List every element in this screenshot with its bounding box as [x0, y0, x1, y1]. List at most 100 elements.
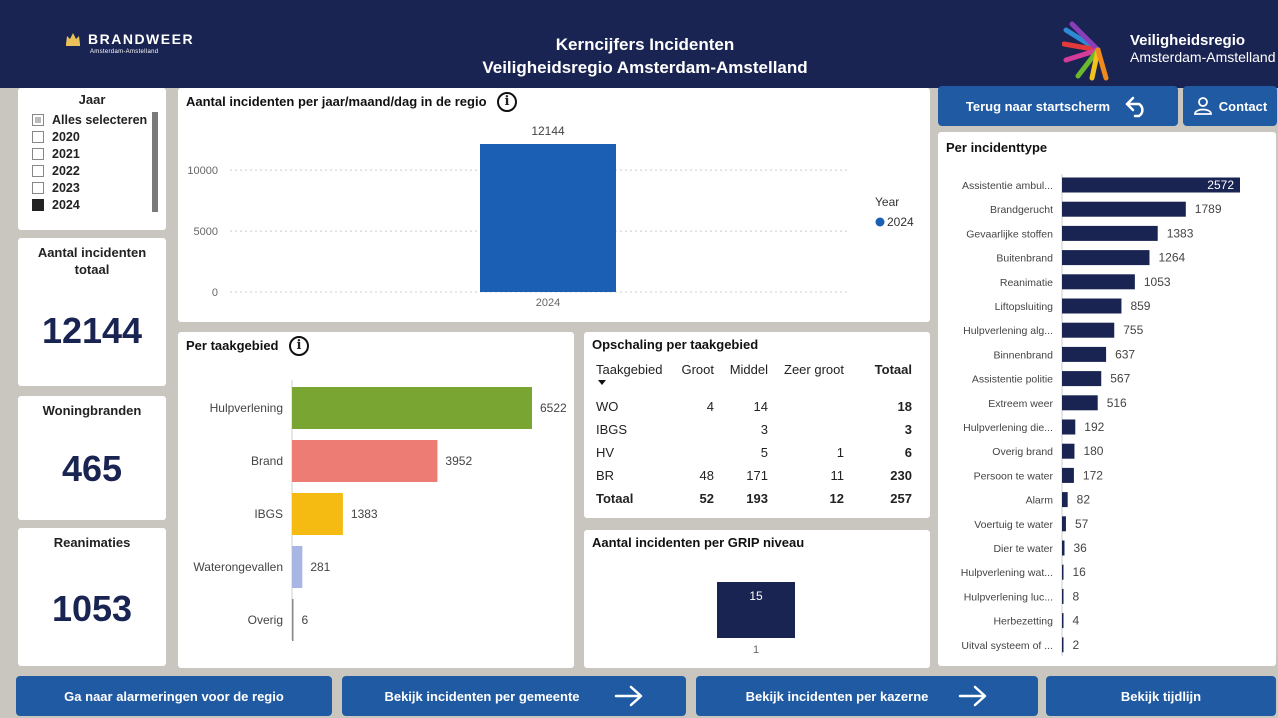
bar[interactable]: [1062, 395, 1098, 411]
bar[interactable]: [480, 144, 616, 292]
column-header[interactable]: Totaal: [844, 358, 912, 380]
table-cell: 171: [746, 468, 768, 483]
category-label: Waterongevallen: [193, 560, 283, 574]
data-label: 16: [1073, 565, 1087, 579]
slicer-item[interactable]: 2024: [32, 196, 166, 213]
arrow-right-icon: [959, 685, 987, 707]
checkbox[interactable]: [32, 147, 44, 160]
vr-name-line1: Veiligheidsregio: [1130, 32, 1246, 49]
data-label: 1383: [351, 507, 378, 521]
checkbox[interactable]: [32, 215, 44, 216]
bar[interactable]: [1062, 346, 1107, 362]
checkbox[interactable]: [32, 164, 44, 177]
sort-cell: [596, 380, 912, 395]
data-label: 6522: [540, 401, 567, 415]
slicer-item-label: 2024: [52, 197, 80, 212]
checkbox[interactable]: [32, 113, 44, 126]
bar[interactable]: [1062, 613, 1064, 629]
table-cell: [768, 395, 844, 418]
y-tick-label: 0: [212, 287, 218, 299]
table-cell: 12: [829, 491, 844, 506]
category-label: Overig brand: [992, 446, 1053, 458]
back-to-start-button[interactable]: Terug naar startscherm: [938, 86, 1178, 126]
taakgebied-chart-card: Per taakgebied i Hulpverlening 6522 Brand 3…: [178, 332, 574, 668]
table-cell: 18: [897, 399, 912, 414]
data-label: 3952: [445, 454, 472, 468]
table-cell: 6: [904, 445, 912, 460]
bar[interactable]: [1062, 516, 1066, 532]
table-row: HV 5 1 6: [596, 441, 912, 464]
bar[interactable]: [1062, 322, 1115, 338]
tijdlijn-button[interactable]: Bekijk tijdlijn: [1046, 676, 1276, 716]
bar[interactable]: [1062, 371, 1102, 387]
bar[interactable]: [292, 546, 303, 588]
bar[interactable]: [1062, 637, 1064, 653]
category-label: Hulpverlening wat...: [961, 567, 1053, 579]
bar[interactable]: [1062, 564, 1064, 580]
slicer-item[interactable]: 2023: [32, 179, 166, 196]
incidenten-per-gemeente-button[interactable]: Bekijk incidenten per gemeente: [342, 676, 686, 716]
table-cell: 48: [699, 468, 714, 483]
bar[interactable]: [1062, 492, 1068, 508]
bar[interactable]: [1062, 540, 1065, 556]
slicer-item-label: 2023: [52, 180, 80, 195]
category-label: Uitval systeem of ...: [961, 640, 1053, 652]
bar[interactable]: [1062, 419, 1076, 435]
slicer-list: Alles selecteren 2020 2021 2022 2023 2024 2025: [32, 111, 166, 216]
column-header[interactable]: Zeer groot: [768, 358, 844, 380]
incidenten-per-kazerne-button[interactable]: Bekijk incidenten per kazerne: [696, 676, 1038, 716]
bar[interactable]: [292, 599, 294, 641]
alarmeringen-button[interactable]: Ga naar alarmeringen voor de regio: [16, 676, 332, 716]
bar[interactable]: [1062, 588, 1064, 604]
sort-row: [596, 380, 912, 395]
bar[interactable]: [1062, 274, 1135, 290]
legend-item: 2024: [887, 215, 914, 229]
kpi-reanimaties-value: 1053: [51, 588, 133, 629]
data-label: 4: [1073, 614, 1080, 628]
contact-button[interactable]: Contact: [1183, 86, 1277, 126]
column-header[interactable]: Groot: [672, 358, 714, 380]
bar[interactable]: [292, 493, 343, 535]
slicer-item[interactable]: 2021: [32, 145, 166, 162]
grip-chart-card: Aantal incidenten per GRIP niveau 15 1: [584, 530, 930, 668]
bar[interactable]: [1062, 225, 1158, 241]
header-bar: BRANDWEER Amsterdam-Amstelland Kerncijfe…: [0, 0, 1278, 88]
slicer-item[interactable]: 2020: [32, 128, 166, 145]
checkbox[interactable]: [32, 198, 44, 211]
data-label: 755: [1123, 323, 1143, 337]
grip-chart: 15 1: [717, 582, 795, 656]
bar[interactable]: [1062, 298, 1122, 314]
sort-descending-icon[interactable]: [598, 380, 606, 385]
data-label: 281: [310, 560, 330, 574]
data-label: 12144: [531, 124, 565, 138]
table-cell: 230: [890, 468, 912, 483]
bar[interactable]: [1062, 201, 1186, 217]
kpi-reanimaties-label: Reanimaties: [53, 535, 131, 550]
data-label: 36: [1073, 541, 1087, 555]
column-header[interactable]: Taakgebied: [596, 358, 672, 380]
bar[interactable]: [1062, 443, 1075, 459]
data-label: 172: [1083, 468, 1103, 482]
category-label: Hulpverlening alg...: [963, 325, 1053, 337]
veiligheidsregio-name: Veiligheidsregio Amsterdam-Amstelland: [1130, 32, 1276, 66]
data-label: 57: [1075, 517, 1089, 531]
slicer-item[interactable]: 2022: [32, 162, 166, 179]
category-label: Alarm: [1026, 495, 1054, 507]
bar[interactable]: [292, 440, 438, 482]
bar[interactable]: [1062, 467, 1074, 483]
bar[interactable]: [1062, 250, 1150, 266]
contact-button-label: Contact: [1218, 98, 1268, 114]
slicer-item[interactable]: 2025: [32, 213, 166, 216]
column-header[interactable]: Middel: [714, 358, 768, 380]
data-label: 15: [749, 589, 763, 603]
checkbox[interactable]: [32, 130, 44, 143]
table-cell: IBGS: [596, 422, 628, 437]
slicer-item[interactable]: Alles selecteren: [32, 111, 166, 128]
opschaling-matrix-card: Opschaling per taakgebied Taakgebied Groo…: [584, 332, 930, 518]
y-tick-label: 10000: [187, 165, 218, 177]
slicer-title: Jaar: [78, 92, 106, 107]
checkbox[interactable]: [32, 181, 44, 194]
bar[interactable]: [292, 387, 532, 429]
slicer-scrollbar[interactable]: [152, 112, 158, 212]
slicer-item-label: 2022: [52, 163, 80, 178]
